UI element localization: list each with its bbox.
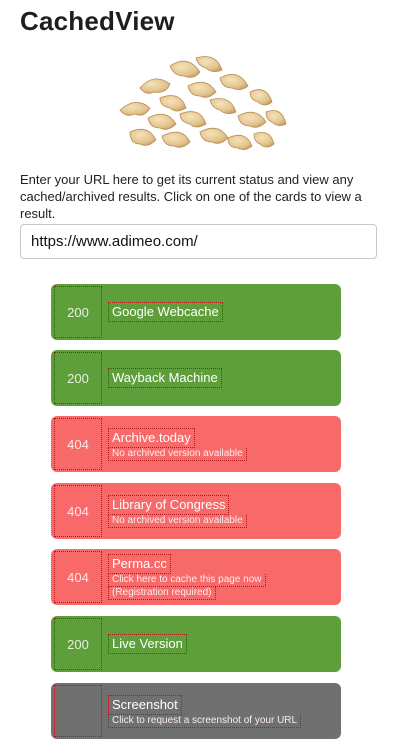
card-title: Screenshot [108, 694, 182, 715]
card-perma-cc[interactable]: 404 Perma.cc Click here to cache this pa… [51, 549, 341, 605]
status-code: 404 [54, 418, 102, 470]
card-library-of-congress[interactable]: 404 Library of Congress No archived vers… [51, 483, 341, 539]
instructions-text: Enter your URL here to get its current s… [20, 172, 362, 221]
card-wayback-machine[interactable]: 200 Wayback Machine [51, 350, 341, 406]
cashew-nuts-image [119, 56, 287, 150]
status-code [54, 685, 102, 737]
card-archive-today[interactable]: 404 Archive.today No archived version av… [51, 416, 341, 472]
card-subtitle: No archived version available [108, 514, 247, 528]
status-code: 200 [54, 618, 102, 670]
card-title: Live Version [108, 634, 187, 654]
card-title: Archive.today [108, 427, 195, 448]
status-code: 200 [54, 286, 102, 338]
card-subtitle: No archived version available [108, 447, 247, 461]
status-code: 404 [54, 551, 102, 603]
page-title: CachedView [20, 6, 175, 36]
card-subtitle-note: (Registration required) [108, 587, 216, 600]
card-live-version[interactable]: 200 Live Version [51, 616, 341, 672]
status-code: 404 [54, 485, 102, 537]
card-google-webcache[interactable]: 200 Google Webcache [51, 284, 341, 340]
card-title: Library of Congress [108, 494, 230, 515]
status-code: 200 [54, 352, 102, 404]
card-title: Perma.cc [108, 554, 171, 574]
card-title: Google Webcache [108, 302, 223, 322]
card-subtitle: Click to request a screenshot of your UR… [108, 714, 302, 728]
url-input[interactable] [20, 224, 377, 259]
card-subtitle: Click here to cache this page now [108, 574, 266, 587]
card-screenshot[interactable]: Screenshot Click to request a screenshot… [51, 683, 341, 739]
card-title: Wayback Machine [108, 368, 222, 388]
